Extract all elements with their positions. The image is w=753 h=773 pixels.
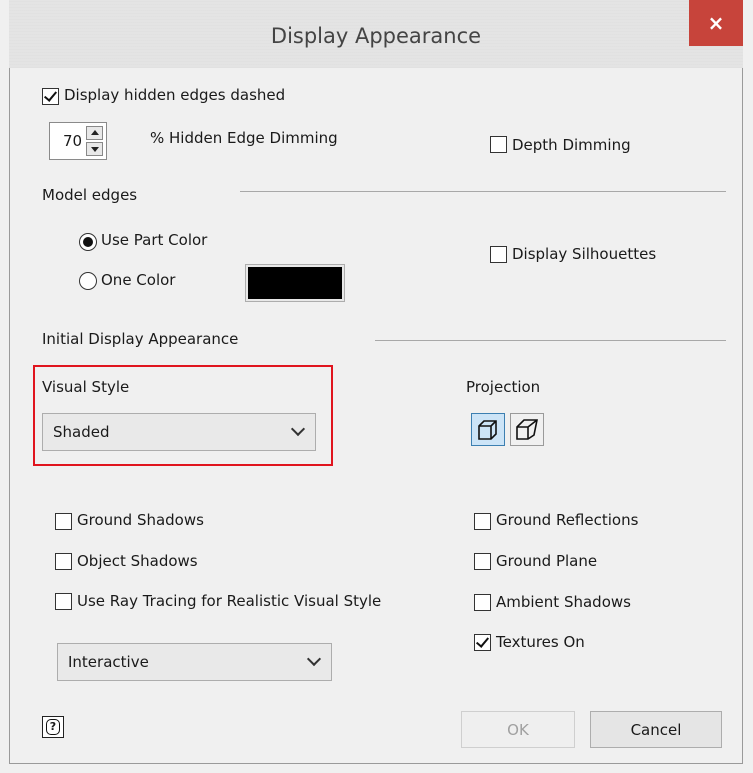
- visual-style-label: Visual Style: [42, 378, 130, 396]
- hidden-edges-checkbox[interactable]: [42, 88, 59, 105]
- spinner-up-button[interactable]: [86, 126, 103, 140]
- use-part-color-radio[interactable]: [79, 233, 97, 251]
- ok-button[interactable]: OK: [461, 711, 575, 748]
- ambient-shadows-checkbox[interactable]: [474, 594, 491, 611]
- chevron-down-icon: [306, 651, 322, 667]
- dimming-spinner[interactable]: 70: [49, 122, 107, 160]
- display-silhouettes-checkbox[interactable]: [490, 246, 507, 263]
- help-button[interactable]: ?: [42, 716, 64, 738]
- dialog-content: Display hidden edges dashed 70 % Hidden …: [19, 68, 734, 755]
- object-shadows-checkbox[interactable]: [55, 553, 72, 570]
- projection-label: Projection: [466, 378, 541, 396]
- model-edges-divider: [240, 191, 726, 192]
- initial-display-divider: [375, 340, 726, 341]
- perspective-icon: [516, 419, 538, 440]
- ground-reflections-label: Ground Reflections: [496, 511, 639, 529]
- ray-mode-select[interactable]: Interactive: [57, 643, 332, 681]
- color-swatch-button[interactable]: [245, 264, 345, 302]
- cancel-button-label: Cancel: [630, 720, 682, 739]
- visual-style-select[interactable]: Shaded: [42, 413, 316, 451]
- use-part-color-label: Use Part Color: [101, 231, 208, 249]
- one-color-radio[interactable]: [79, 272, 97, 290]
- initial-display-heading: Initial Display Appearance: [42, 330, 239, 348]
- ray-mode-value: Interactive: [68, 653, 149, 671]
- ground-shadows-label: Ground Shadows: [77, 511, 204, 529]
- orthographic-button[interactable]: [471, 413, 505, 446]
- ambient-shadows-label: Ambient Shadows: [496, 593, 631, 611]
- ground-shadows-checkbox[interactable]: [55, 513, 72, 530]
- spinner-down-button[interactable]: [86, 142, 103, 156]
- dimming-label: % Hidden Edge Dimming: [150, 129, 338, 147]
- display-silhouettes-label: Display Silhouettes: [512, 245, 657, 263]
- color-swatch: [248, 267, 342, 299]
- cancel-button[interactable]: Cancel: [590, 711, 722, 748]
- ground-reflections-checkbox[interactable]: [474, 513, 491, 530]
- ray-tracing-label: Use Ray Tracing for Realistic Visual Sty…: [77, 592, 382, 610]
- help-icon: ?: [46, 719, 60, 735]
- arrow-up-icon: [91, 130, 99, 135]
- arrow-down-icon: [91, 147, 99, 152]
- textures-on-label: Textures On: [496, 633, 585, 651]
- ray-tracing-checkbox[interactable]: [55, 593, 72, 610]
- dialog-window: Display Appearance × Display hidden edge…: [0, 0, 753, 773]
- dialog-title: Display Appearance: [270, 24, 482, 48]
- model-edges-heading: Model edges: [42, 186, 138, 204]
- ground-plane-checkbox[interactable]: [474, 553, 491, 570]
- depth-dimming-checkbox[interactable]: [490, 136, 507, 153]
- visual-style-value: Shaded: [53, 423, 110, 441]
- chevron-down-icon: [290, 421, 306, 437]
- ok-button-label: OK: [507, 720, 529, 739]
- perspective-button[interactable]: [510, 413, 544, 446]
- depth-dimming-label: Depth Dimming: [512, 136, 631, 154]
- ground-plane-label: Ground Plane: [496, 552, 598, 570]
- object-shadows-label: Object Shadows: [77, 552, 198, 570]
- one-color-label: One Color: [101, 271, 176, 289]
- hidden-edges-label: Display hidden edges dashed: [64, 86, 286, 104]
- dimming-value: 70: [63, 132, 83, 150]
- textures-on-checkbox[interactable]: [474, 634, 491, 651]
- orthographic-icon: [478, 420, 497, 440]
- title-bar[interactable]: Display Appearance ×: [9, 0, 743, 68]
- close-icon: ×: [707, 11, 725, 35]
- close-button[interactable]: ×: [689, 0, 743, 46]
